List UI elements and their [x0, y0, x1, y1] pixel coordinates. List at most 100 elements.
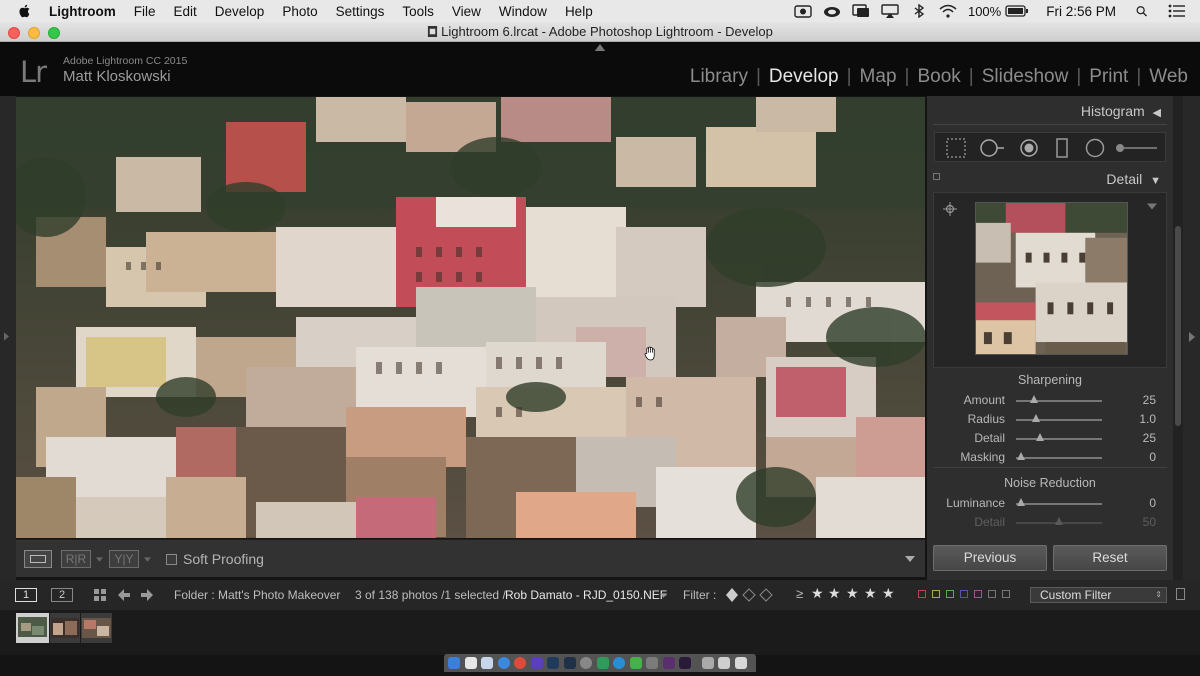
filmstrip-toggle-button[interactable]	[1176, 588, 1185, 600]
purple-label-filter[interactable]	[974, 590, 982, 598]
premiere-dock-icon[interactable]	[679, 657, 691, 669]
notification-center-icon[interactable]	[1168, 4, 1186, 18]
screen-record-icon[interactable]	[852, 4, 870, 18]
custom-filter-dropdown[interactable]: Custom Filter ⇕	[1030, 587, 1167, 603]
slider-thumb[interactable]	[1017, 498, 1025, 506]
radius-slider[interactable]: Radius 1.0	[927, 410, 1173, 429]
grid-view-icon[interactable]	[94, 589, 106, 601]
green-label-filter[interactable]	[946, 590, 954, 598]
menu-photo[interactable]: Photo	[282, 4, 317, 19]
star-4-icon[interactable]: ★	[864, 585, 877, 602]
right-panel-edge[interactable]	[1183, 96, 1200, 580]
filmstrip-thumbnail[interactable]	[50, 613, 80, 643]
trash-dock-icon[interactable]	[734, 657, 747, 669]
yellow-label-filter[interactable]	[932, 590, 940, 598]
red-label-filter[interactable]	[918, 590, 926, 598]
camera-status-icon[interactable]	[794, 4, 812, 18]
amount-slider[interactable]: Amount 25	[927, 391, 1173, 410]
slider-thumb[interactable]	[1036, 433, 1044, 441]
radial-filter-tool-icon[interactable]	[1084, 137, 1106, 159]
battery-icon[interactable]	[1005, 4, 1029, 18]
menu-tools[interactable]: Tools	[402, 4, 434, 19]
downloads-dock-icon[interactable]	[701, 657, 714, 669]
notes-dock-icon[interactable]	[464, 657, 477, 669]
star-1-icon[interactable]: ★	[811, 585, 824, 602]
previous-button[interactable]: Previous	[933, 545, 1047, 571]
selected-filename[interactable]: Rob Damato - RJD_0150.NEF	[505, 588, 667, 602]
blue-label-filter[interactable]	[960, 590, 968, 598]
detail-header[interactable]: Detail ▼	[1106, 171, 1161, 187]
right-panel-scrollbar[interactable]	[1173, 96, 1183, 580]
luminance-value[interactable]: 0	[1149, 496, 1156, 510]
photoshop-dock-icon[interactable]	[563, 657, 576, 669]
red-eye-tool-icon[interactable]	[1018, 137, 1040, 159]
adjustment-brush-tool-icon[interactable]	[1113, 137, 1161, 159]
before-after-dropdown-icon[interactable]	[96, 557, 103, 562]
slider-thumb[interactable]	[1017, 452, 1025, 460]
creative-cloud-icon[interactable]	[823, 4, 841, 18]
menu-develop[interactable]: Develop	[215, 4, 265, 19]
compare-dropdown-icon[interactable]	[144, 557, 151, 562]
star-2-icon[interactable]: ★	[828, 585, 841, 602]
bluetooth-icon[interactable]	[910, 4, 928, 18]
radius-value[interactable]: 1.0	[1139, 412, 1156, 426]
crop-tool-icon[interactable]	[945, 137, 967, 159]
back-arrow-icon[interactable]	[118, 589, 130, 601]
spot-removal-tool-icon[interactable]	[979, 137, 1005, 159]
messages-dock-icon[interactable]	[629, 657, 642, 669]
luminance-slider[interactable]: Luminance 0	[927, 494, 1173, 513]
main-screen-button[interactable]: 1	[15, 588, 37, 602]
module-map[interactable]: Map	[852, 66, 905, 88]
menubar-clock[interactable]: Fri 2:56 PM	[1046, 4, 1116, 19]
module-develop[interactable]: Develop	[761, 66, 847, 88]
masking-value[interactable]: 0	[1149, 450, 1156, 464]
zoom-window-button[interactable]	[48, 27, 60, 39]
module-library[interactable]: Library	[682, 66, 756, 88]
preview-dock-icon[interactable]	[481, 657, 493, 669]
module-slideshow[interactable]: Slideshow	[974, 66, 1077, 88]
soft-proofing-label[interactable]: Soft Proofing	[183, 551, 264, 567]
app-dock-icon[interactable]	[596, 657, 609, 669]
menu-file[interactable]: File	[134, 4, 156, 19]
apple-icon[interactable]	[17, 3, 33, 19]
folder-source[interactable]: Folder : Matt's Photo Makeover	[174, 588, 340, 602]
menu-window[interactable]: Window	[499, 4, 547, 19]
detail-value[interactable]: 25	[1143, 431, 1156, 445]
star-3-icon[interactable]: ★	[846, 585, 859, 602]
module-print[interactable]: Print	[1081, 66, 1136, 88]
slider-thumb[interactable]	[1032, 414, 1040, 422]
app-dock-icon[interactable]	[646, 657, 658, 669]
panel-switch-checkbox[interactable]	[933, 173, 940, 180]
before-after-rr-button[interactable]: R|R	[61, 550, 91, 568]
menu-settings[interactable]: Settings	[336, 4, 385, 19]
flag-filter-icons[interactable]	[724, 588, 774, 602]
slider-thumb[interactable]	[1030, 395, 1038, 403]
module-book[interactable]: Book	[909, 66, 968, 88]
chrome-dock-icon[interactable]	[514, 657, 526, 669]
close-window-button[interactable]	[8, 27, 20, 39]
module-web[interactable]: Web	[1141, 66, 1200, 88]
preview-target-icon[interactable]	[943, 202, 957, 216]
graduated-filter-tool-icon[interactable]	[1051, 137, 1073, 159]
app-dock-icon[interactable]	[613, 657, 625, 669]
photo-canvas[interactable]	[16, 97, 925, 538]
spotlight-search-icon[interactable]	[1136, 4, 1150, 18]
menu-lightroom[interactable]: Lightroom	[49, 4, 116, 19]
masking-slider[interactable]: Masking 0	[927, 448, 1173, 467]
detail-zoom-preview[interactable]	[975, 202, 1128, 355]
no-label-filter[interactable]	[1002, 590, 1010, 598]
folder-dock-icon[interactable]	[718, 657, 730, 669]
app-dock-icon[interactable]	[530, 657, 543, 669]
minimize-window-button[interactable]	[28, 27, 40, 39]
menu-help[interactable]: Help	[565, 4, 593, 19]
star-5-icon[interactable]: ★	[882, 585, 895, 602]
reset-button[interactable]: Reset	[1053, 545, 1167, 571]
collapse-top-panel-icon[interactable]	[594, 44, 606, 51]
filmstrip-thumbnail-selected[interactable]	[16, 613, 49, 643]
forward-arrow-icon[interactable]	[141, 589, 153, 601]
settings-dock-icon[interactable]	[580, 657, 592, 669]
before-after-yy-button[interactable]: Y|Y	[109, 550, 139, 568]
safari-dock-icon[interactable]	[497, 657, 510, 669]
menu-edit[interactable]: Edit	[174, 4, 197, 19]
second-screen-button[interactable]: 2	[51, 588, 73, 602]
